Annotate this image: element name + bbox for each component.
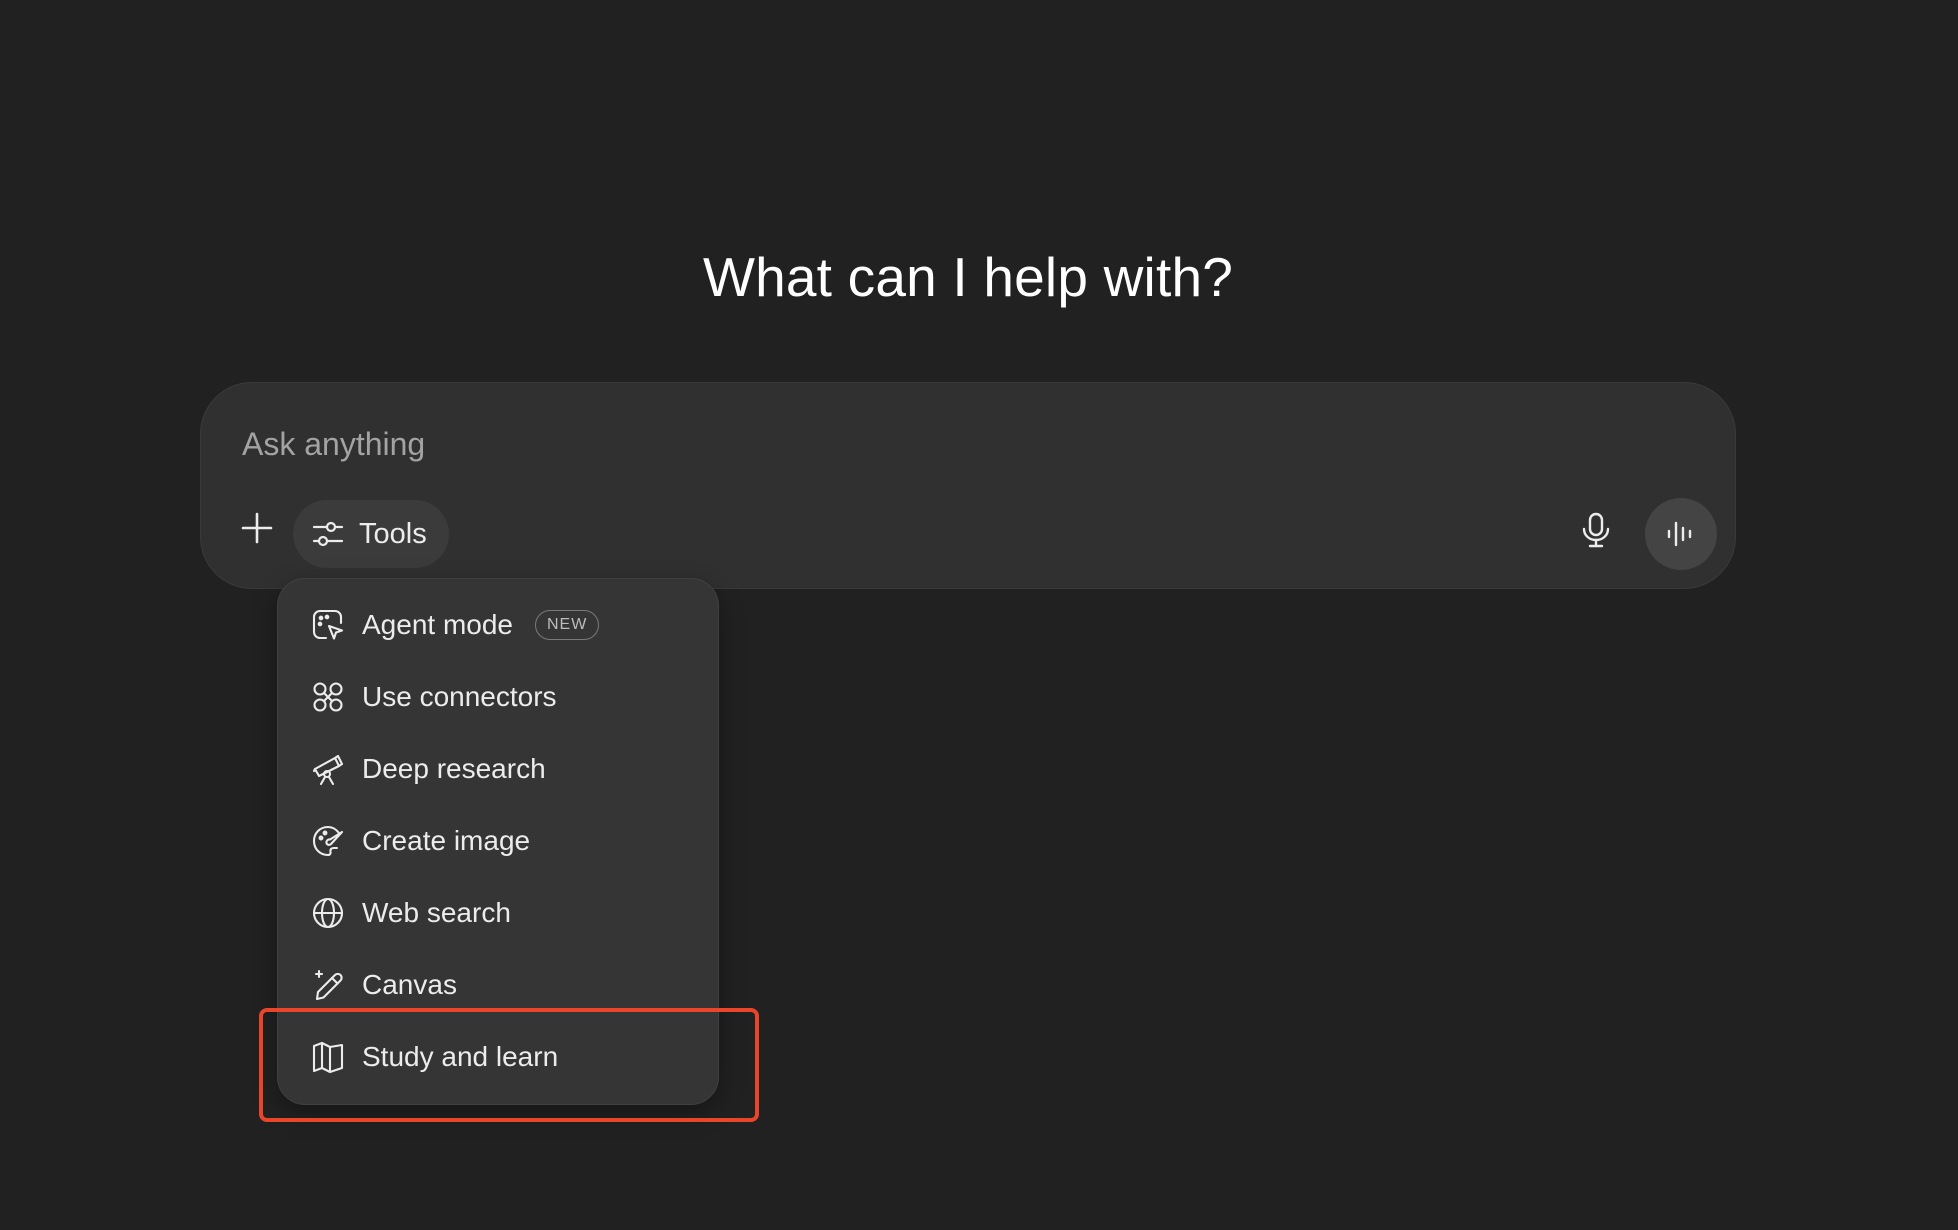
tools-label: Tools xyxy=(359,517,427,550)
voice-waveform-icon xyxy=(1664,517,1698,551)
add-attachment-button[interactable] xyxy=(229,500,285,556)
dictate-button[interactable] xyxy=(1565,499,1627,561)
menu-item-label: Canvas xyxy=(362,969,457,1000)
globe-icon xyxy=(310,895,346,931)
menu-item-label: Use connectors xyxy=(362,681,557,712)
agent-cursor-icon xyxy=(310,607,346,643)
menu-item-label: Agent mode xyxy=(362,609,513,640)
microphone-icon xyxy=(1579,511,1613,549)
menu-item-create-image[interactable]: Create image xyxy=(278,805,718,877)
menu-item-study-and-learn[interactable]: Study and learn xyxy=(278,1021,718,1093)
connectors-icon xyxy=(310,679,346,715)
tools-button[interactable]: Tools xyxy=(293,500,449,568)
pencil-sparkle-icon xyxy=(310,967,346,1003)
prompt-input[interactable] xyxy=(242,419,1642,469)
menu-item-deep-research[interactable]: Deep research xyxy=(278,733,718,805)
menu-item-label: Create image xyxy=(362,825,531,856)
menu-item-label: Web search xyxy=(362,897,511,928)
menu-item-label: Study and learn xyxy=(362,1041,559,1072)
menu-item-agent-mode[interactable]: Agent mode NEW xyxy=(278,589,718,661)
tools-menu: Agent mode NEW Use connectors Deep resea… xyxy=(277,578,719,1105)
page-title: What can I help with? xyxy=(702,246,1234,308)
plus-icon xyxy=(240,511,274,545)
book-icon xyxy=(310,1039,346,1075)
menu-item-web-search[interactable]: Web search xyxy=(278,877,718,949)
palette-icon xyxy=(310,823,346,859)
sliders-icon xyxy=(311,517,345,551)
menu-item-label: Deep research xyxy=(362,753,546,784)
chat-composer: Tools xyxy=(200,382,1736,589)
telescope-icon xyxy=(310,751,346,787)
menu-item-use-connectors[interactable]: Use connectors xyxy=(278,661,718,733)
menu-item-canvas[interactable]: Canvas xyxy=(278,949,718,1021)
voice-mode-button[interactable] xyxy=(1645,498,1717,570)
new-badge: NEW xyxy=(535,610,600,640)
